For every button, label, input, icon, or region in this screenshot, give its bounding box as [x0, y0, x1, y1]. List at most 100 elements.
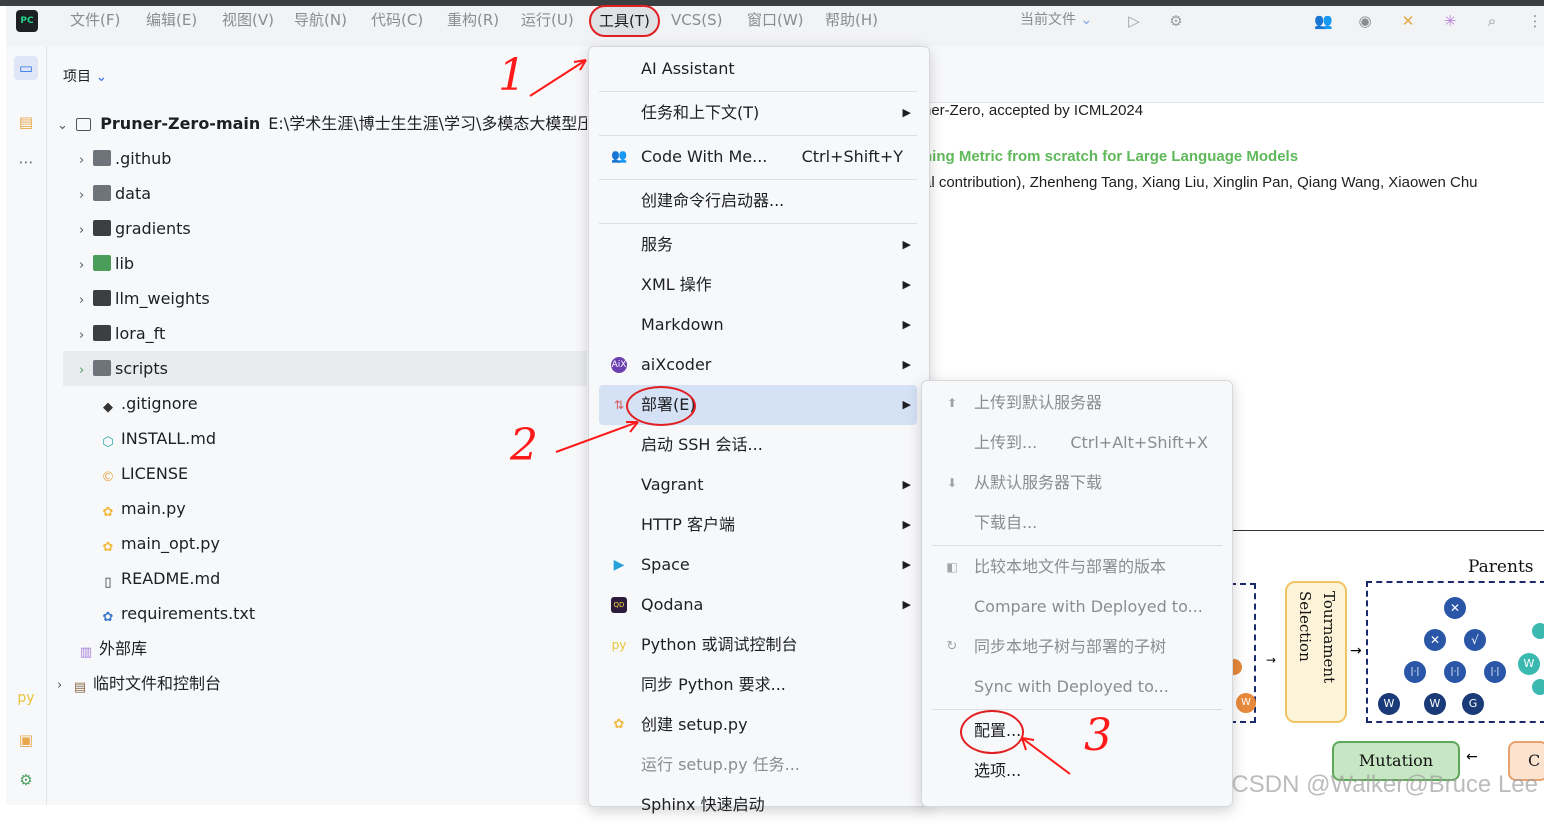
chevron-down-icon: ⌄ — [95, 69, 108, 85]
record-icon[interactable]: ◉ — [1356, 12, 1374, 30]
tree-item-lib[interactable]: › lib — [79, 246, 587, 281]
tree-item-main-opt-py[interactable]: ✿ main_opt.py — [99, 526, 587, 561]
parents-label: Parents — [1468, 557, 1534, 577]
diagram-node: W — [1236, 693, 1256, 713]
menu-item-label: Sphinx 快速启动 — [641, 795, 765, 814]
menu-view[interactable]: 视图(V) — [218, 8, 278, 32]
more-tools-icon[interactable]: ⋯ — [14, 150, 38, 174]
tree-item-scratches[interactable]: › ▤ 临时文件和控制台 — [57, 666, 587, 701]
menu-run[interactable]: 运行(U) — [517, 8, 578, 32]
menu-vcs[interactable]: VCS(S) — [667, 8, 726, 32]
diagram-node: W — [1378, 693, 1400, 715]
tools-icon[interactable]: ✕ — [1399, 12, 1417, 30]
tournament-selection-label: Tournament Selection — [1296, 591, 1338, 684]
annotation-number-1: 1 — [498, 50, 526, 101]
folder-icon — [93, 360, 111, 376]
chevron-right-icon: › — [79, 188, 85, 203]
folder-icon — [93, 220, 111, 236]
project-tool-icon[interactable]: ▭ — [14, 56, 38, 80]
tree-item-label: .gitignore — [121, 394, 198, 413]
services-tool-icon[interactable]: ▣ — [14, 728, 38, 752]
run-config-selector[interactable]: 当前文件 ⌄ — [1016, 8, 1096, 32]
folder-icon — [93, 150, 111, 166]
tree-item-gitignore[interactable]: ◆ .gitignore — [99, 386, 587, 421]
python-console-icon[interactable]: py — [14, 686, 38, 710]
tree-item-external-libs[interactable]: ▥ 外部库 — [77, 631, 587, 666]
arrow-right-icon: → — [1350, 643, 1362, 659]
diagram-node: √ — [1464, 629, 1486, 651]
arrow-right-icon: → — [1266, 653, 1277, 667]
ai-icon[interactable]: ✳ — [1441, 12, 1459, 30]
code-with-me-icon[interactable]: 👥 — [1314, 12, 1333, 30]
folder-icon — [93, 290, 111, 306]
structure-tool-icon[interactable]: ▤ — [14, 110, 38, 134]
menu-item-sphinx[interactable]: Sphinx 快速启动 — [599, 785, 917, 825]
current-file-label: 当前文件 — [1020, 12, 1076, 28]
chevron-right-icon: › — [79, 328, 85, 343]
project-header[interactable]: 项目 ⌄ — [63, 66, 107, 86]
tree-item-label: scripts — [115, 359, 168, 378]
chevron-right-icon: › — [79, 293, 85, 308]
git-icon: ◆ — [103, 400, 113, 415]
more-icon[interactable]: ⋮ — [1526, 12, 1544, 30]
tree-item-label: LICENSE — [121, 464, 189, 483]
menu-item-shortcut: Ctrl+Alt+Shift+X — [1070, 433, 1208, 452]
markdown-icon: ⬡ — [102, 435, 114, 450]
tournament-selection-box: Tournament Selection — [1285, 581, 1347, 723]
scratches-icon: ▤ — [73, 680, 87, 695]
menu-refactor[interactable]: 重构(R) — [443, 8, 503, 32]
tree-item-main-py[interactable]: ✿ main.py — [99, 491, 587, 526]
folder-icon — [93, 185, 111, 201]
tree-item-lora-ft[interactable]: › lora_ft — [79, 316, 587, 351]
chevron-right-icon: › — [57, 678, 63, 693]
tree-item-scripts[interactable]: › scripts — [63, 351, 587, 386]
python-requirements-icon: ✿ — [102, 610, 114, 625]
annotation-number-2: 2 — [510, 420, 538, 471]
diagram-node — [1532, 623, 1544, 639]
diagram-node: G — [1462, 693, 1484, 715]
debug-icon[interactable]: ⚙ — [1167, 12, 1185, 30]
annotation-arrow-1 — [529, 59, 587, 97]
tree-item-llm-weights[interactable]: › llm_weights — [79, 281, 587, 316]
diagram-node: W — [1424, 693, 1446, 715]
tree-item-label: 外部库 — [99, 639, 148, 658]
tree-item-data[interactable]: › data — [79, 176, 587, 211]
pycharm-logo-icon: PC — [16, 10, 38, 32]
watermark: CSDN @Walker@Bruce Lee — [1231, 771, 1538, 798]
diagram-node: |·| — [1484, 661, 1506, 683]
tree-item-label: 临时文件和控制台 — [93, 674, 222, 693]
menu-window[interactable]: 窗口(W) — [743, 8, 808, 32]
chevron-right-icon: › — [79, 223, 85, 238]
menu-edit[interactable]: 编辑(E) — [142, 8, 201, 32]
tree-item-gradients[interactable]: › gradients — [79, 211, 587, 246]
search-icon[interactable]: ⌕ — [1483, 12, 1501, 30]
menu-file[interactable]: 文件(F) — [66, 8, 124, 32]
python-file-icon: ✿ — [102, 505, 114, 520]
tree-item-readme-md[interactable]: ▯ README.md — [99, 561, 587, 596]
library-icon: ▥ — [79, 645, 93, 660]
tree-item-label: requirements.txt — [121, 604, 256, 623]
menu-navigate[interactable]: 导航(N) — [290, 8, 351, 32]
tree-item-label: INSTALL.md — [121, 429, 216, 448]
annotation-arrow-3 — [1021, 737, 1071, 775]
tree-root[interactable]: ⌄ Pruner-Zero-main E:\学术生涯\博士生生涯\学习\多模态大模… — [57, 106, 593, 141]
tree-item-requirements[interactable]: ✿ requirements.txt — [99, 596, 587, 631]
menu-code[interactable]: 代码(C) — [367, 8, 427, 32]
left-tool-strip: ▭ ▤ ⋯ py ▣ ⚙ — [6, 46, 47, 805]
diagram-node: ✕ — [1424, 629, 1446, 651]
arrow-left-icon: ← — [1466, 749, 1478, 765]
parents-dashed-box: ✕ ✕ √ |·| |·| |·| W W G W — [1366, 581, 1544, 723]
menu-help[interactable]: 帮助(H) — [821, 8, 882, 32]
tree-item-label: llm_weights — [115, 289, 210, 308]
run-icon[interactable]: ▷ — [1125, 12, 1143, 30]
diagram-node: ✕ — [1444, 597, 1466, 619]
python-file-icon: ✿ — [102, 540, 114, 555]
tree-item-label: main_opt.py — [121, 534, 220, 553]
tree-item-github[interactable]: › .github — [79, 141, 587, 176]
paper-diagram: W → Tournament Selection → Parents ✕ ✕ √… — [1226, 530, 1544, 806]
tree-item-label: lora_ft — [115, 324, 166, 343]
diagram-node: |·| — [1404, 661, 1426, 683]
tree-item-label: main.py — [121, 499, 186, 518]
annotation-arrow-2 — [555, 421, 639, 453]
settings-gear-icon[interactable]: ⚙ — [14, 768, 38, 792]
